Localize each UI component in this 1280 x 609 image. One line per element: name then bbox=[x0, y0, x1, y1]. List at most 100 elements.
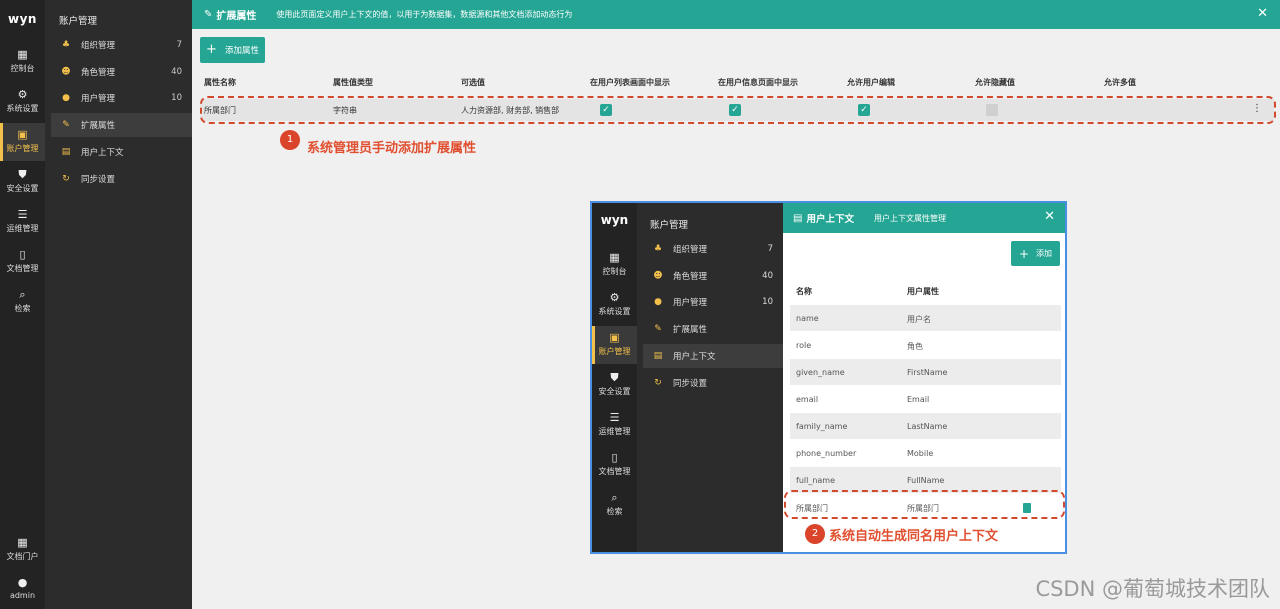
list-item[interactable]: family_name LastName bbox=[790, 413, 1061, 439]
account-icon: ▣ bbox=[609, 331, 620, 344]
page-description: 使用此页面定义用户上下文的值，以用于为数据集，数据源和其他文档添加动态行为 bbox=[276, 10, 573, 19]
add-attribute-button[interactable]: + 添加属性 bbox=[200, 37, 265, 63]
subnav-item-roles[interactable]: ☻ 角色管理 40 bbox=[51, 60, 192, 84]
col-show-in-info: 在用户信息页面中显示 bbox=[718, 78, 798, 87]
dashboard-icon: ▦ bbox=[17, 48, 28, 61]
inset-subnav: 账户管理 ♣ 组织管理 7 ☻ 角色管理 40 ● 用户管理 10 ✎ 扩展属性 ▤ 用户上下文… bbox=[637, 203, 783, 552]
rail-item-admin[interactable]: ● admin bbox=[0, 571, 45, 609]
rail-item-dashboard[interactable]: ▦ 控制台 bbox=[0, 43, 45, 81]
annotation-badge-1: 1 bbox=[280, 130, 300, 150]
table-header: 属性名称 属性值类型 可选值 在用户列表画面中显示 在用户信息页面中显示 允许用… bbox=[192, 77, 1280, 91]
inset-add-button[interactable]: + 添加 bbox=[1011, 241, 1060, 266]
inset-col-attr: 用户属性 bbox=[907, 287, 939, 296]
inset-rail-search[interactable]: ⌕ 检索 bbox=[592, 486, 637, 524]
inset-rail-documents[interactable]: ▯ 文档管理 bbox=[592, 446, 637, 484]
user-icon: ● bbox=[654, 297, 662, 307]
subnav-item-extended-attrs[interactable]: ✎ 扩展属性 bbox=[51, 113, 192, 137]
subnav-item-sync[interactable]: ↻ 同步设置 bbox=[51, 167, 192, 191]
plus-icon: + bbox=[1018, 246, 1030, 261]
inset-rail-security[interactable]: ⛊ 安全设置 bbox=[592, 366, 637, 404]
subnav-item-users[interactable]: ● 用户管理 10 bbox=[51, 86, 192, 110]
list-item[interactable]: given_name FirstName bbox=[790, 359, 1061, 385]
col-allow-multi: 允许多值 bbox=[1104, 78, 1136, 87]
inset-rail-system[interactable]: ⚙ 系统设置 bbox=[592, 286, 637, 324]
annotation-highlight-row bbox=[200, 96, 1276, 124]
inset-page-description: 用户上下文属性管理 bbox=[873, 213, 946, 223]
annotation-badge-2: 2 bbox=[805, 524, 825, 544]
wyn-logo: wyn bbox=[600, 213, 629, 227]
id-card-icon: ▤ bbox=[653, 351, 663, 361]
subnav-title: 账户管理 bbox=[59, 16, 98, 27]
user-edit-icon: ✎ bbox=[62, 120, 70, 130]
rail-item-doc-portal[interactable]: ▦ 文档门户 bbox=[0, 531, 45, 569]
annotation-text-2: 系统自动生成同名用户上下文 bbox=[829, 529, 999, 544]
inset-header: ▤ 用户上下文 用户上下文属性管理 ✕ bbox=[783, 203, 1065, 233]
icon-rail: wyn ▦ 控制台 ⚙ 系统设置 ▣ 账户管理 ⛊ 安全设置 ☰ 运维管理 ▯ 文档管理 ⌕… bbox=[0, 0, 45, 609]
dashboard-icon: ▦ bbox=[609, 251, 620, 264]
inset-rail-dashboard[interactable]: ▦ 控制台 bbox=[592, 246, 637, 284]
wyn-logo: wyn bbox=[8, 12, 37, 26]
inset-rail-ops[interactable]: ☰ 运维管理 bbox=[592, 406, 637, 444]
col-allow-hidden: 允许隐藏值 bbox=[975, 78, 1015, 87]
col-options: 可选值 bbox=[461, 78, 485, 87]
list-item[interactable]: role 角色 bbox=[790, 332, 1061, 358]
annotation-highlight-context-row bbox=[784, 490, 1065, 519]
shield-icon: ⛊ bbox=[18, 168, 27, 181]
list-item[interactable]: name 用户名 bbox=[790, 305, 1061, 331]
subnav-item-user-context[interactable]: ▤ 用户上下文 bbox=[51, 140, 192, 164]
user-icon: ● bbox=[17, 576, 28, 589]
inset-subnav-roles[interactable]: ☻ 角色管理 40 bbox=[643, 264, 783, 288]
user-edit-icon: ✎ bbox=[654, 324, 662, 334]
rail-item-account[interactable]: ▣ 账户管理 bbox=[0, 123, 45, 161]
search-icon: ⌕ bbox=[611, 491, 618, 504]
close-icon[interactable]: ✕ bbox=[1257, 7, 1268, 21]
inset-page-title: 用户上下文 bbox=[806, 214, 854, 225]
inset-subnav-users[interactable]: ● 用户管理 10 bbox=[643, 290, 783, 314]
rail-item-ops[interactable]: ☰ 运维管理 bbox=[0, 203, 45, 241]
list-item[interactable]: email Email bbox=[790, 386, 1061, 412]
user-edit-icon: ✎ bbox=[204, 9, 213, 20]
gear-icon: ⚙ bbox=[17, 88, 28, 101]
org-icon: ♣ bbox=[61, 40, 71, 50]
inset-subnav-title: 账户管理 bbox=[650, 220, 689, 231]
roles-icon: ☻ bbox=[653, 271, 663, 281]
page-header: ✎ 扩展属性 使用此页面定义用户上下文的值，以用于为数据集，数据源和其他文档添加… bbox=[192, 0, 1280, 29]
col-attr-name: 属性名称 bbox=[204, 78, 236, 87]
id-card-icon: ▤ bbox=[793, 212, 803, 224]
close-icon[interactable]: ✕ bbox=[1044, 210, 1055, 224]
rail-item-search[interactable]: ⌕ 检索 bbox=[0, 283, 45, 321]
sliders-icon: ☰ bbox=[17, 208, 28, 221]
grid-icon: ▦ bbox=[17, 536, 28, 549]
inset-subnav-org[interactable]: ♣ 组织管理 7 bbox=[643, 237, 783, 261]
search-icon: ⌕ bbox=[19, 288, 26, 301]
sliders-icon: ☰ bbox=[609, 411, 620, 424]
subnav-item-org[interactable]: ♣ 组织管理 7 bbox=[51, 33, 192, 57]
account-subnav: 账户管理 ♣ 组织管理 7 ☻ 角色管理 40 ● 用户管理 10 ✎ 扩展属性 ▤ 用户上下文… bbox=[45, 0, 192, 609]
inset-icon-rail: wyn ▦ 控制台 ⚙ 系统设置 ▣ 账户管理 ⛊ 安全设置 ☰ 运维管理 ▯ 文档管理 ⌕… bbox=[592, 203, 637, 552]
col-show-in-list: 在用户列表画面中显示 bbox=[590, 78, 670, 87]
id-card-icon: ▤ bbox=[61, 147, 71, 157]
annotation-text-1: 系统管理员手动添加扩展属性 bbox=[307, 141, 477, 156]
user-sync-icon: ↻ bbox=[654, 378, 662, 388]
org-icon: ♣ bbox=[653, 244, 663, 254]
col-value-type: 属性值类型 bbox=[333, 78, 373, 87]
rail-item-documents[interactable]: ▯ 文档管理 bbox=[0, 243, 45, 281]
document-icon: ▯ bbox=[611, 451, 618, 464]
account-icon: ▣ bbox=[17, 128, 28, 141]
user-icon: ● bbox=[62, 93, 70, 103]
page-title: 扩展属性 bbox=[216, 11, 257, 22]
inset-rail-account[interactable]: ▣ 账户管理 bbox=[592, 326, 637, 364]
watermark: CSDN @葡萄城技术团队 bbox=[1035, 577, 1270, 601]
inset-subnav-extended-attrs[interactable]: ✎ 扩展属性 bbox=[643, 317, 783, 341]
rail-item-system-settings[interactable]: ⚙ 系统设置 bbox=[0, 83, 45, 121]
user-sync-icon: ↻ bbox=[62, 174, 70, 184]
inset-subnav-sync[interactable]: ↻ 同步设置 bbox=[643, 371, 783, 395]
list-item[interactable]: phone_number Mobile bbox=[790, 440, 1061, 466]
plus-icon: + bbox=[206, 42, 217, 57]
rail-item-security[interactable]: ⛊ 安全设置 bbox=[0, 163, 45, 201]
inset-subnav-user-context[interactable]: ▤ 用户上下文 bbox=[643, 344, 783, 368]
gear-icon: ⚙ bbox=[609, 291, 620, 304]
app-window: wyn ▦ 控制台 ⚙ 系统设置 ▣ 账户管理 ⛊ 安全设置 ☰ 运维管理 ▯ 文档管理 ⌕… bbox=[0, 0, 1280, 609]
shield-icon: ⛊ bbox=[610, 371, 619, 384]
inset-col-name: 名称 bbox=[796, 287, 812, 296]
